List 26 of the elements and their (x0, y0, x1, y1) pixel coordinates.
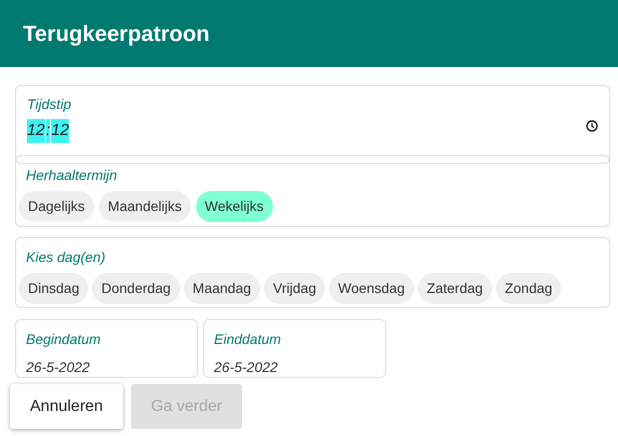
chip-option[interactable]: Zaterdag (418, 273, 492, 304)
date-value: 26-5-2022 (26, 358, 91, 377)
chip-option[interactable]: Dagelijks (19, 191, 94, 222)
date-field[interactable]: Einddatum 26-5-2022 (203, 319, 386, 378)
chip-option[interactable]: Donderdag (92, 273, 180, 304)
field-label: Begindatum (26, 330, 102, 349)
dialog-button[interactable]: Annuleren (10, 384, 123, 429)
chip-option[interactable]: Maandag (184, 273, 260, 304)
hours-value: 12 (27, 119, 45, 143)
field-label: Einddatum (214, 330, 282, 349)
chip-option[interactable]: Vrijdag (264, 273, 326, 304)
chip-option[interactable]: Wekelijks (196, 191, 273, 222)
chip-option[interactable]: Maandelijks (98, 191, 191, 222)
chip-option[interactable]: Zondag (496, 273, 562, 304)
minutes-value: 12 (51, 119, 70, 143)
chip-option[interactable]: Dinsdag (19, 273, 88, 304)
date-value: 26-5-2022 (214, 358, 279, 377)
field-label: Herhaaltermijn (25, 166, 118, 185)
dialog-title: Terugkeerpatroon (23, 20, 210, 48)
time-separator: : (46, 119, 50, 143)
date-field[interactable]: Begindatum 26-5-2022 (15, 319, 198, 378)
clock-icon[interactable] (586, 120, 598, 132)
time-field[interactable]: Tijdstip 12:12 (15, 85, 610, 164)
field-label: Tijdstip (27, 95, 72, 114)
chip-option[interactable]: Woensdag (329, 273, 414, 304)
field-label: Kies dag(en) (25, 248, 106, 267)
